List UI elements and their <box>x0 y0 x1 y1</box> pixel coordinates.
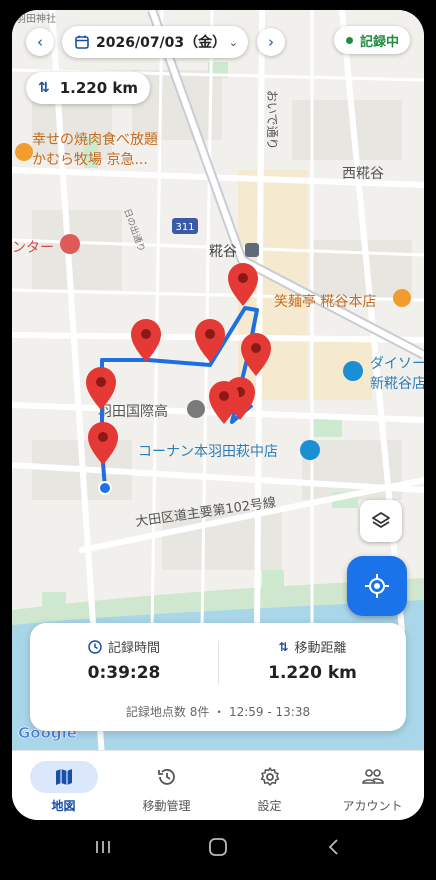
nav-label-settings: 設定 <box>257 799 282 813</box>
map-label-daiso-2: 新糀谷店 <box>370 376 424 392</box>
nav-label-map: 地図 <box>51 799 76 813</box>
people-icon <box>339 761 407 793</box>
station-icon[interactable] <box>245 243 259 257</box>
time-label: 記録時間 <box>107 641 160 656</box>
crosshair-icon <box>365 574 389 598</box>
date-selector[interactable]: 2026/07/03（金） ⌄ <box>62 26 248 58</box>
distance-chip-value: 1.220 km <box>59 79 139 97</box>
distance-chip: ⇅ 1.220 km <box>26 72 150 104</box>
map-label-oi-dori: おいで通り <box>265 90 279 150</box>
map-label-center: ンター <box>12 240 54 256</box>
history-icon <box>133 761 201 793</box>
back-icon[interactable] <box>324 837 344 857</box>
chevron-down-icon: ⌄ <box>228 35 238 49</box>
distance-label: 移動距離 <box>294 641 347 656</box>
nav-label-history: 移動管理 <box>142 799 191 813</box>
nav-item-account[interactable]: アカウント <box>321 751 424 820</box>
current-location-dot <box>98 481 112 495</box>
time-value: 0:39:28 <box>87 663 161 683</box>
ramen-icon[interactable] <box>393 289 411 307</box>
shop-icon[interactable] <box>343 361 363 381</box>
map-label-restaurant-1: 幸せの焼肉食べ放題 <box>32 131 158 148</box>
map-label-school: 羽田国際高 <box>98 403 168 420</box>
my-location-button[interactable] <box>347 556 407 616</box>
calendar-icon <box>75 35 89 49</box>
store-icon[interactable] <box>300 440 320 460</box>
system-navigation-bar <box>0 820 436 880</box>
card-footer: 記録地点数 8件 ・ 12:59 - 13:38 <box>125 705 311 719</box>
restaurant-icon[interactable] <box>15 143 33 161</box>
route-distance-icon: ⇅ <box>38 80 50 96</box>
route-311-label: 311 <box>175 222 194 233</box>
gear-icon <box>236 761 304 793</box>
map-label-top-left: 羽田神社 <box>16 12 56 25</box>
map-label-konan: コーナン本羽田萩中店 <box>138 444 278 460</box>
distance-value: 1.220 km <box>268 663 357 683</box>
time-stat: 記録時間 0:39:28 <box>30 623 218 693</box>
map-label-nishikojiya: 西糀谷 <box>342 166 384 182</box>
date-label: 2026/07/03（金） <box>96 35 227 51</box>
nav-item-map[interactable]: 地図 <box>12 751 115 820</box>
recent-apps-icon[interactable] <box>94 838 112 856</box>
distance-stat: ⇅ 移動距離 1.220 km <box>219 623 406 693</box>
recording-status-text: 記録中 <box>360 34 400 50</box>
prev-day-button[interactable]: ‹ <box>26 28 54 56</box>
map-label-daiso-1: ダイソー <box>370 356 424 372</box>
recording-dot-icon <box>346 36 353 44</box>
nav-item-settings[interactable]: 設定 <box>218 751 321 820</box>
app-screen: 311 幸せの焼肉食べ放題 かむら牧場 京急... ンター 糀谷 西糀谷 笑麺亭… <box>12 10 424 820</box>
hospital-icon[interactable] <box>60 234 80 254</box>
layers-button[interactable] <box>360 500 402 542</box>
home-icon[interactable] <box>208 837 228 857</box>
nav-label-account: アカウント <box>342 799 403 813</box>
chevron-right-icon: › <box>268 33 274 51</box>
summary-card: 記録時間 0:39:28 ⇅ 移動距離 1.220 km 記録地点数 8件 ・ … <box>30 623 406 731</box>
nav-item-history[interactable]: 移動管理 <box>115 751 218 820</box>
map-label-station: 糀谷 <box>209 244 237 260</box>
layers-icon <box>372 512 390 528</box>
next-day-button[interactable]: › <box>257 28 285 56</box>
bottom-navigation: 地図 移動管理 設定 アカウント <box>12 750 424 820</box>
device-frame: 311 幸せの焼肉食べ放題 かむら牧場 京急... ンター 糀谷 西糀谷 笑麺亭… <box>0 0 436 880</box>
school-icon[interactable] <box>187 400 205 418</box>
recording-status-badge: 記録中 <box>334 26 410 54</box>
chevron-left-icon: ‹ <box>37 33 43 51</box>
map-label-restaurant-2: かむら牧場 京急... <box>32 152 148 168</box>
distance-icon: ⇅ <box>278 639 289 654</box>
map-label-ramen: 笑麺亭 糀谷本店 <box>274 293 376 310</box>
map-icon <box>29 761 98 793</box>
clock-icon <box>88 639 102 654</box>
